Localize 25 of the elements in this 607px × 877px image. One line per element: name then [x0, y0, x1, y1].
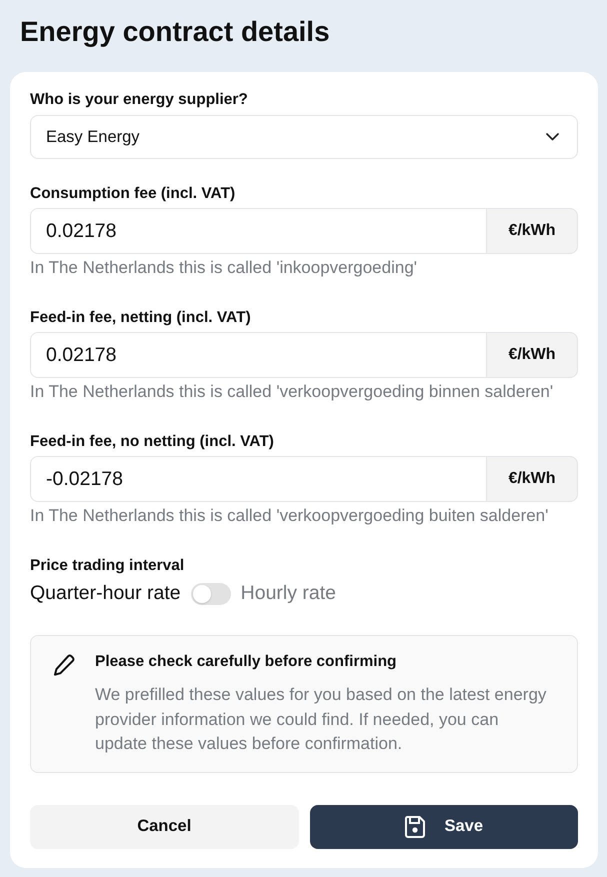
- fee-input[interactable]: 0.02178: [30, 208, 487, 254]
- cancel-button[interactable]: Cancel: [30, 804, 298, 848]
- chevron-down-icon: [546, 133, 559, 141]
- fee-input[interactable]: -0.02178: [30, 456, 487, 502]
- unit-label: €/kWh: [486, 208, 578, 254]
- option-label: Hourly rate: [240, 581, 336, 606]
- field-label: Price trading interval: [30, 556, 186, 576]
- help-text: In The Netherlands this is called 'verkoopvergoeding binnen salderen': [30, 382, 554, 402]
- field-label: Who is your energy supplier?: [30, 90, 249, 110]
- save-button[interactable]: Save: [310, 804, 578, 848]
- help-text: In The Netherlands this is called 'verkoopvergoeding buiten salderen': [30, 506, 550, 526]
- unit-label: €/kWh: [486, 332, 578, 378]
- unit-label: €/kWh: [486, 456, 578, 502]
- field-label: Feed-in fee, no netting (incl. VAT): [30, 432, 275, 452]
- fee-input[interactable]: 0.02178: [30, 332, 487, 378]
- field-label: Feed-in fee, netting (incl. VAT): [30, 308, 252, 328]
- notice-title: Please check carefully before confirming: [95, 652, 398, 672]
- interval-switch[interactable]: [190, 583, 231, 605]
- notice-text: We prefilled these values for you based on the latest energy provider information we could find. If needed, you can update these values before confirmation.: [95, 684, 548, 755]
- page-title: Energy contract details: [20, 15, 331, 49]
- supplier-select[interactable]: Easy Energy: [30, 115, 578, 159]
- help-text: In The Netherlands this is called 'inkoopvergoeding': [30, 258, 418, 278]
- field-label: Consumption fee (incl. VAT): [30, 184, 236, 204]
- pencil-icon: [53, 654, 75, 676]
- option-label: Quarter-hour rate: [30, 581, 181, 606]
